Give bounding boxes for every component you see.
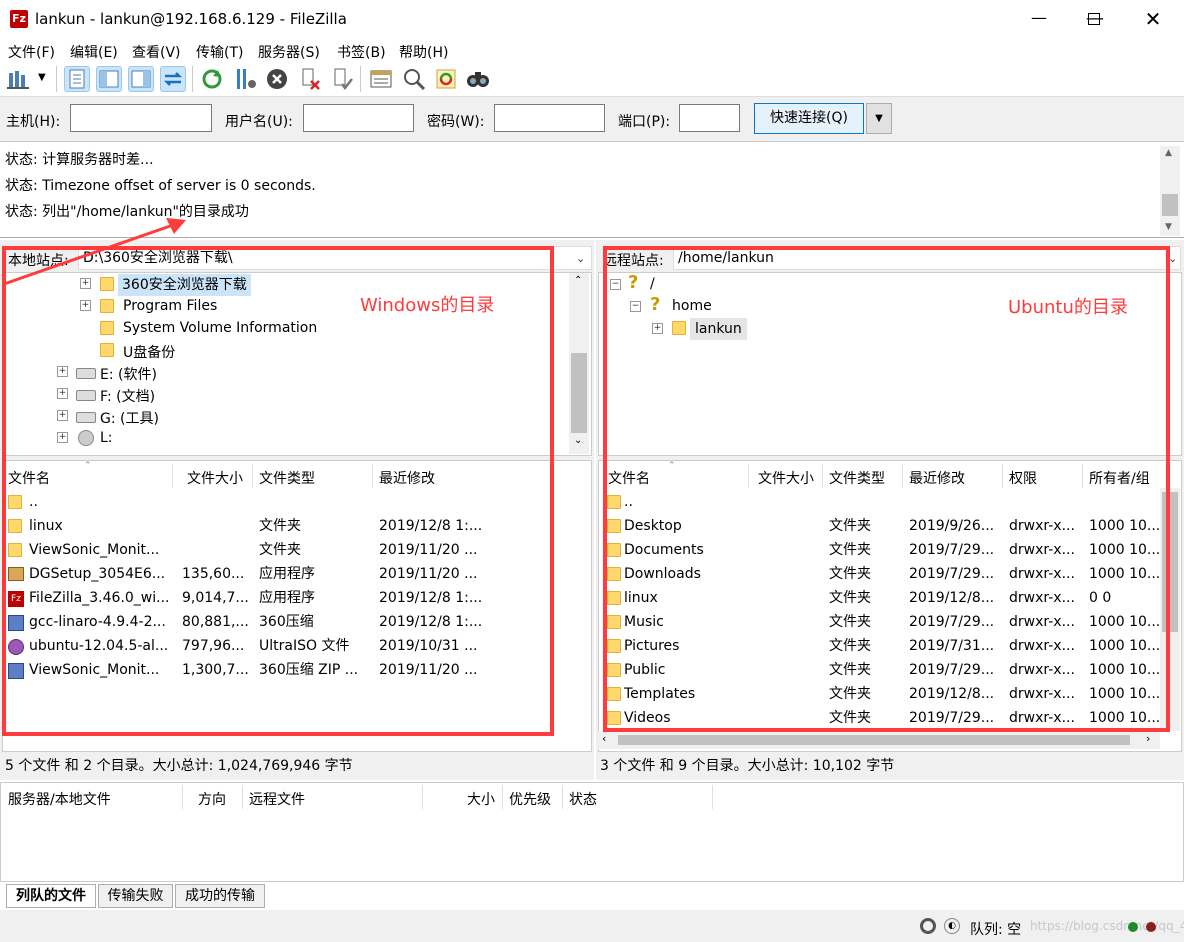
queue-col-local[interactable]: 服务器/本地文件: [8, 789, 111, 809]
window-title: lankun - lankun@192.168.6.129 - FileZill…: [35, 10, 347, 28]
annotation-arrow: [3, 218, 186, 286]
annotation-box-local: [2, 246, 554, 736]
port-label: 端口(P):: [618, 114, 671, 130]
search-remote-files-icon[interactable]: [465, 66, 491, 92]
toolbar-separator: [360, 66, 361, 92]
directory-listing-filter-icon[interactable]: [368, 66, 394, 92]
tab-successful-transfers[interactable]: 成功的传输: [175, 884, 265, 908]
annotation-label-local: Windows的目录: [360, 295, 495, 316]
host-input[interactable]: [70, 104, 212, 132]
queue-col-size[interactable]: 大小: [467, 789, 495, 809]
remote-status-text: 3 个文件 和 9 个目录。大小总计: 10,102 字节: [600, 758, 895, 774]
settings-gear-icon[interactable]: [920, 918, 936, 934]
site-manager-dropdown-icon[interactable]: ▼: [38, 72, 46, 83]
username-label: 用户名(U):: [225, 114, 293, 130]
minimize-button[interactable]: —: [1010, 0, 1068, 38]
speed-limit-icon[interactable]: ◐: [944, 918, 960, 934]
queue-col-remote[interactable]: 远程文件: [249, 789, 305, 809]
queue-col-direction[interactable]: 方向: [198, 789, 226, 809]
tab-queued-files[interactable]: 列队的文件: [6, 884, 96, 908]
menu-server[interactable]: 服务器(S): [258, 42, 320, 62]
quickconnect-dropdown-icon[interactable]: ▼: [866, 103, 892, 134]
sync-browsing-icon[interactable]: [433, 66, 459, 92]
menu-transfer[interactable]: 传输(T): [196, 42, 243, 62]
disconnect-icon[interactable]: [297, 66, 323, 92]
local-status-text: 5 个文件 和 2 个目录。大小总计: 1,024,769,946 字节: [5, 758, 353, 774]
remote-horizontal-scrollbar[interactable]: ‹ ›: [598, 731, 1160, 749]
remote-hscroll-thumb[interactable]: [618, 735, 1130, 745]
cancel-operation-icon[interactable]: [264, 66, 290, 92]
host-label: 主机(H):: [6, 114, 61, 130]
local-tree-scrollbar[interactable]: ⌃ ⌄: [569, 273, 589, 454]
compare-directories-icon[interactable]: [401, 66, 427, 92]
annotation-label-remote: Ubuntu的目录: [1008, 297, 1128, 318]
toolbar-separator: [56, 66, 57, 92]
local-path-dropdown-icon[interactable]: ⌄: [576, 252, 585, 265]
watermark-text: https://blog.csdn.net/qq_42860626: [1030, 919, 1184, 933]
close-button[interactable]: ✕: [1124, 0, 1182, 38]
refresh-icon[interactable]: [199, 66, 225, 92]
toggle-remote-tree-icon[interactable]: [128, 66, 154, 92]
menu-bookmarks[interactable]: 书签(B): [337, 42, 386, 62]
log-scroll-thumb[interactable]: [1162, 194, 1178, 216]
process-queue-icon[interactable]: [232, 66, 258, 92]
transfer-indicator-green-icon: [1128, 922, 1138, 932]
site-manager-icon[interactable]: [6, 66, 32, 92]
log-line: 状态: Timezone offset of server is 0 secon…: [5, 178, 316, 194]
queue-col-status[interactable]: 状态: [569, 789, 597, 809]
quickconnect-button[interactable]: 快速连接(Q): [754, 103, 864, 134]
username-input[interactable]: [303, 104, 414, 132]
menu-edit[interactable]: 编辑(E): [70, 42, 118, 62]
maximize-button[interactable]: [1066, 0, 1124, 38]
password-label: 密码(W):: [427, 114, 485, 130]
maximize-icon: [1088, 13, 1100, 25]
menu-view[interactable]: 查看(V): [132, 42, 181, 62]
toggle-log-icon[interactable]: [64, 66, 90, 92]
tab-failed-transfers[interactable]: 传输失败: [98, 884, 173, 908]
queue-col-priority[interactable]: 优先级: [509, 789, 551, 809]
toggle-local-tree-icon[interactable]: [96, 66, 122, 92]
toolbar-separator: [192, 66, 193, 92]
local-tree-scroll-thumb[interactable]: [571, 353, 587, 433]
filezilla-app-icon: Fz: [10, 10, 28, 28]
password-input[interactable]: [494, 104, 605, 132]
toggle-queue-icon[interactable]: [160, 66, 186, 92]
transfer-indicator-red-icon: [1146, 922, 1156, 932]
menu-help[interactable]: 帮助(H): [399, 42, 448, 62]
reconnect-icon[interactable]: [329, 66, 355, 92]
queue-status-text: 队列: 空: [970, 922, 1022, 938]
port-input[interactable]: [679, 104, 740, 132]
log-line: 状态: 计算服务器时差...: [5, 152, 154, 168]
log-scrollbar[interactable]: ▲ ▼: [1160, 146, 1180, 236]
menu-file[interactable]: 文件(F): [8, 42, 55, 62]
